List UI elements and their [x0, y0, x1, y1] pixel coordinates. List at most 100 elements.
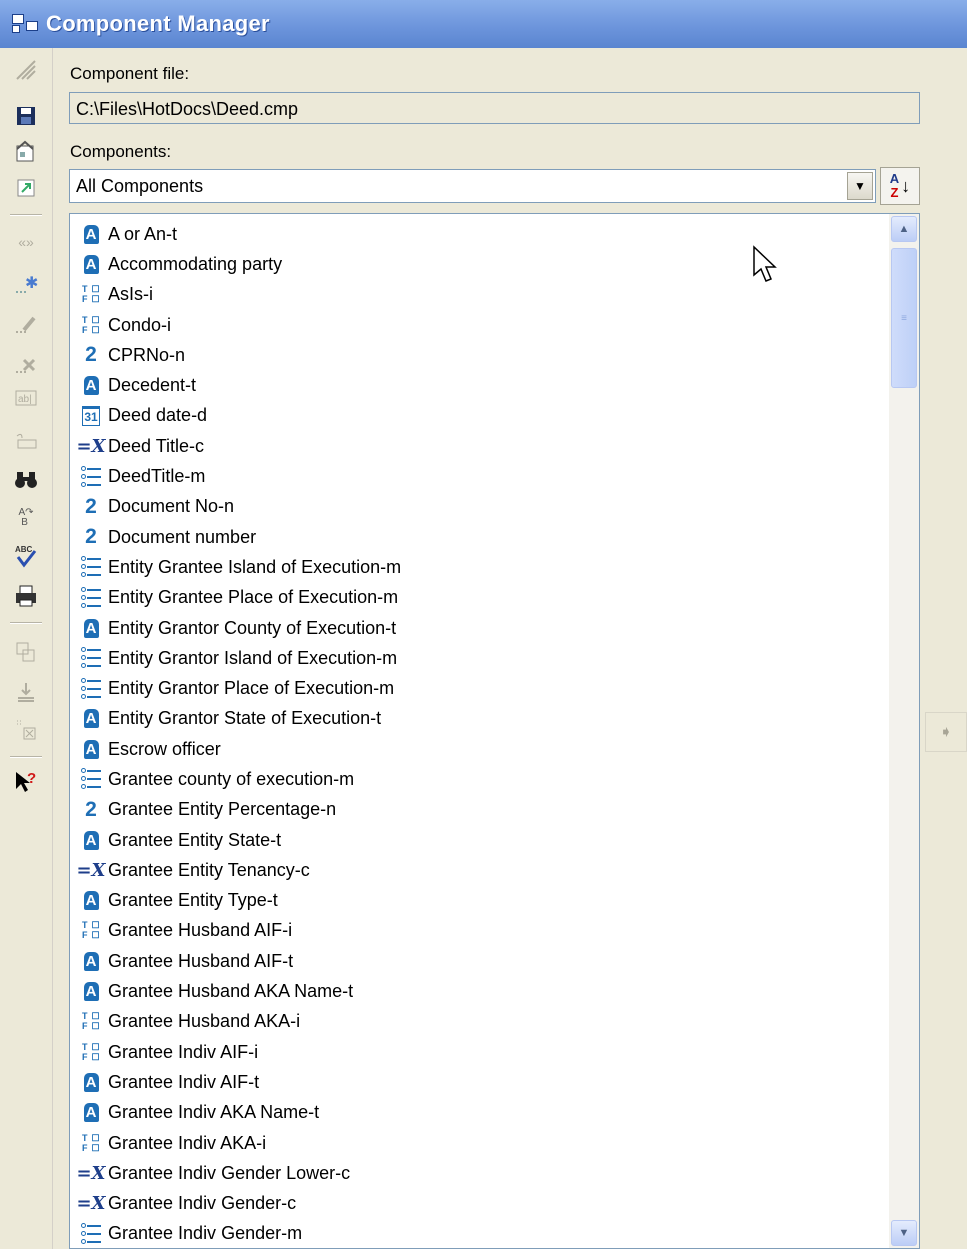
svg-text:ABC: ABC	[15, 545, 33, 554]
number-variable-icon: 2	[85, 525, 97, 549]
list-item-label: Entity Grantee Place of Execution-m	[108, 587, 399, 608]
list-item-label: Escrow officer	[108, 738, 221, 759]
new-component-icon[interactable]: ✱	[12, 270, 40, 298]
mouse-cursor-icon	[753, 245, 777, 282]
computation-variable-icon: =X	[76, 1162, 106, 1184]
vertical-scrollbar[interactable]: ▲ ≡ ▼	[889, 214, 919, 1248]
date-variable-icon: 31	[80, 405, 102, 427]
copy-icon[interactable]	[12, 638, 40, 666]
edit-icon[interactable]	[12, 310, 40, 338]
list-item[interactable]: Entity Grantor Island of Execution-m	[80, 643, 401, 673]
list-item-label: Document No-n	[108, 496, 235, 517]
list-item-label: Grantee Husband AKA Name-t	[108, 981, 354, 1002]
list-item-label: Document number	[108, 526, 257, 547]
list-item-label: Grantee Indiv AKA-i	[108, 1132, 267, 1153]
list-item-label: Entity Grantor Island of Execution-m	[108, 647, 398, 668]
pencil-lines-icon[interactable]	[12, 56, 40, 84]
list-item[interactable]: A Entity Grantor State of Execution-t	[80, 704, 401, 734]
list-item[interactable]: 2 CPRNo-n	[80, 340, 401, 370]
script-icon[interactable]	[12, 428, 40, 456]
list-item-label: Entity Grantee Island of Execution-m	[108, 556, 402, 577]
list-item[interactable]: T ☐ F ☐ Condo-i	[80, 310, 401, 340]
list-item[interactable]: Entity Grantee Place of Execution-m	[80, 583, 401, 613]
list-item[interactable]: 31 Deed date-d	[80, 401, 401, 431]
multiple-choice-variable-icon	[80, 465, 102, 488]
component-file-field[interactable]: C:\Files\HotDocs\Deed.cmp	[69, 92, 920, 124]
list-item-label: Grantee Indiv AIF-i	[108, 1041, 259, 1062]
help-pointer-icon[interactable]: ?	[12, 768, 40, 796]
arrow-right-icon[interactable]: ➧	[925, 712, 967, 752]
list-item-label: Grantee county of execution-m	[108, 768, 355, 789]
save-icon[interactable]	[12, 102, 40, 130]
list-item[interactable]: =X Grantee Entity Tenancy-c	[76, 855, 401, 885]
list-item[interactable]: Entity Grantee Island of Execution-m	[80, 552, 401, 582]
list-item-label: Grantee Entity Percentage-n	[108, 799, 337, 820]
list-item-label: Grantee Husband AKA-i	[108, 1011, 301, 1032]
list-item[interactable]: T ☐ F ☐ AsIs-i	[80, 280, 401, 310]
spell-check-icon[interactable]: ABC	[12, 542, 40, 570]
list-item[interactable]: =X Grantee Indiv Gender-c	[76, 1189, 401, 1219]
brackets-icon[interactable]: «»	[12, 228, 40, 256]
computation-variable-icon: =X	[76, 859, 106, 881]
paste-icon[interactable]	[12, 678, 40, 706]
replace-icon[interactable]: A↷ B	[12, 504, 40, 532]
list-item-label: Entity Grantor County of Execution-t	[108, 617, 397, 638]
list-item[interactable]: T ☐ F ☐ Grantee Indiv AKA-i	[80, 1128, 401, 1158]
list-item[interactable]: A Grantee Husband AIF-t	[80, 946, 401, 976]
scroll-down-icon[interactable]: ▼	[891, 1220, 917, 1246]
list-item[interactable]: 2 Grantee Entity Percentage-n	[80, 795, 401, 825]
components-list[interactable]: A A or An-t A Accommodating party T ☐ F ☐ AsIs-i…	[69, 213, 920, 1249]
text-variable-icon: A	[80, 738, 102, 760]
list-item[interactable]: A Grantee Indiv AKA Name-t	[80, 1098, 401, 1128]
text-variable-icon: A	[80, 829, 102, 851]
text-variable-icon: A	[80, 1071, 102, 1093]
number-variable-icon: 2	[85, 343, 97, 367]
multiple-choice-variable-icon	[80, 586, 102, 609]
truefalse-variable-icon: T ☐ F ☐	[82, 314, 100, 335]
list-item[interactable]: A Accommodating party	[80, 249, 401, 279]
list-item[interactable]: A A or An-t	[80, 219, 401, 249]
component-file-label: Component file:	[70, 64, 190, 83]
text-variable-icon: A	[80, 253, 102, 275]
properties-icon[interactable]	[12, 138, 40, 166]
list-item[interactable]: 2 Document number	[80, 522, 401, 552]
binoculars-icon[interactable]	[12, 466, 40, 494]
scroll-thumb[interactable]: ≡	[891, 248, 917, 388]
list-item[interactable]: A Entity Grantor County of Execution-t	[80, 613, 401, 643]
list-item[interactable]: T ☐ F ☐ Grantee Husband AKA-i	[80, 1007, 401, 1037]
list-item[interactable]: A Escrow officer	[80, 734, 401, 764]
list-item[interactable]: Grantee Indiv Gender-m	[80, 1219, 401, 1248]
list-item[interactable]: Entity Grantor Place of Execution-m	[80, 673, 401, 703]
text-variable-icon: A	[80, 223, 102, 245]
print-icon[interactable]	[12, 582, 40, 610]
list-item[interactable]: =X Grantee Indiv Gender Lower-c	[76, 1158, 401, 1188]
list-item[interactable]: DeedTitle-m	[80, 461, 401, 491]
list-item[interactable]: 2 Document No-n	[80, 492, 401, 522]
delete-icon[interactable]	[12, 350, 40, 378]
number-variable-icon: 2	[85, 494, 97, 518]
dropdown-arrow-icon[interactable]: ▼	[847, 172, 873, 200]
list-item[interactable]: T ☐ F ☐ Grantee Indiv AIF-i	[80, 1037, 401, 1067]
scroll-up-icon[interactable]: ▲	[891, 216, 917, 242]
components-dropdown[interactable]: All Components ▼	[69, 169, 876, 203]
clear-icon[interactable]	[12, 716, 40, 744]
list-item-label: Grantee Indiv Gender Lower-c	[108, 1162, 351, 1183]
list-item[interactable]: =X Deed Title-c	[76, 431, 401, 461]
list-item[interactable]: A Decedent-t	[80, 370, 401, 400]
list-item[interactable]: T ☐ F ☐ Grantee Husband AIF-i	[80, 916, 401, 946]
components-label: Components:	[70, 142, 172, 161]
list-item[interactable]: A Grantee Entity State-t	[80, 825, 401, 855]
sort-az-icon[interactable]: AZ ↓	[880, 167, 920, 205]
list-item[interactable]: Grantee county of execution-m	[80, 764, 401, 794]
list-item[interactable]: A Grantee Indiv AIF-t	[80, 1067, 401, 1097]
list-item[interactable]: A Grantee Husband AKA Name-t	[80, 976, 401, 1006]
computation-variable-icon: =X	[76, 1193, 106, 1215]
list-item-label: Grantee Husband AIF-i	[108, 920, 293, 941]
list-item[interactable]: A Grantee Entity Type-t	[80, 886, 401, 916]
text-variable-icon: A	[80, 617, 102, 639]
text-field-icon[interactable]: ab|	[12, 384, 40, 412]
open-icon[interactable]	[12, 174, 40, 202]
multiple-choice-variable-icon	[80, 1222, 102, 1245]
list-item-label: Accommodating party	[108, 253, 283, 274]
list-item-label: Deed Title-c	[108, 435, 205, 456]
